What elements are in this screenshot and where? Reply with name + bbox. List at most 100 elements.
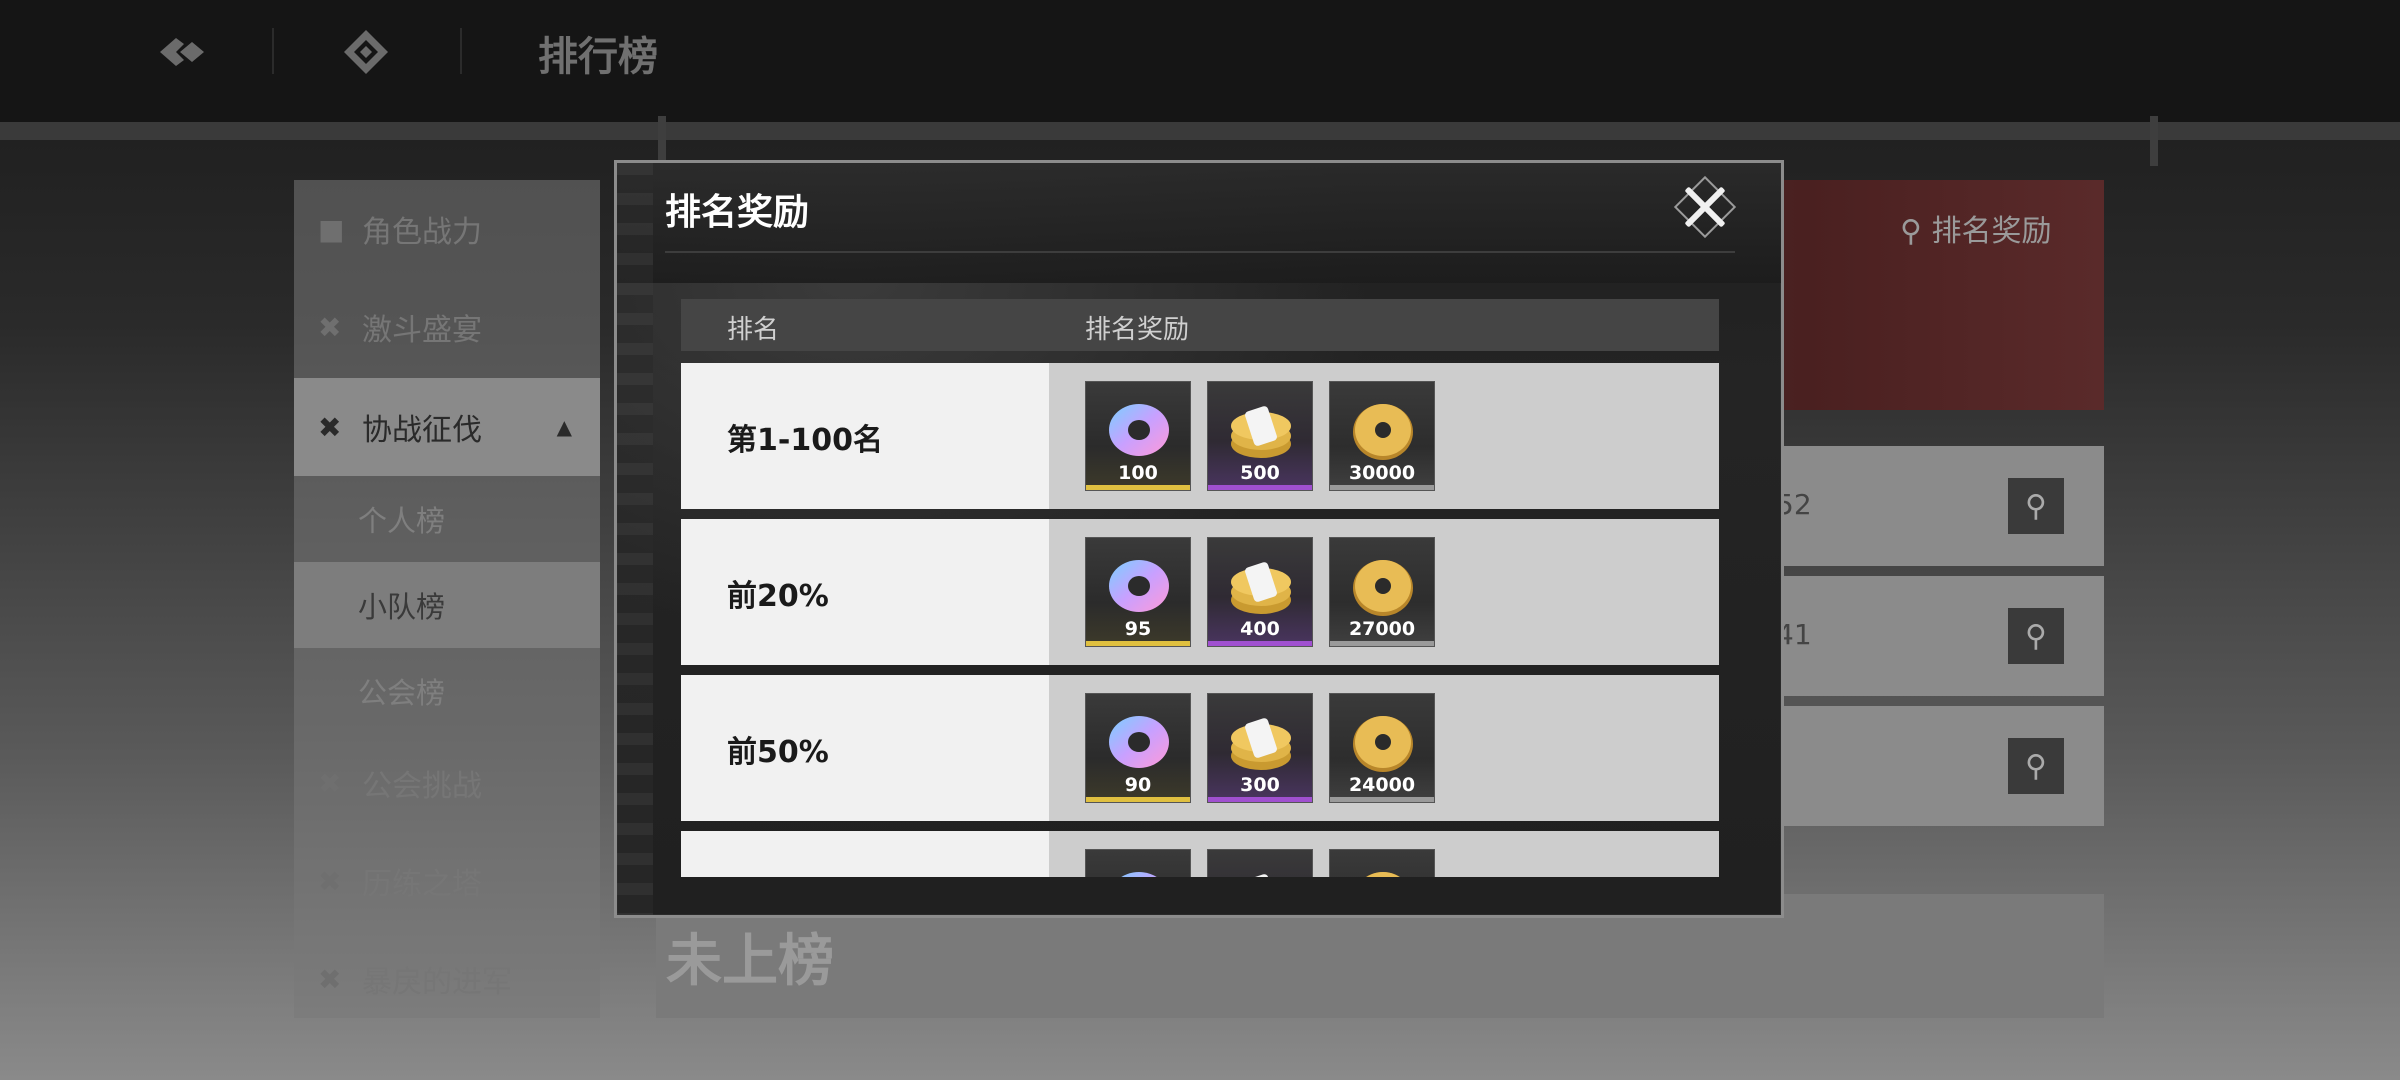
reward-quantity: 400 <box>1240 618 1280 640</box>
close-icon <box>1683 185 1727 229</box>
column-header-rewards: 排名奖励 <box>1085 315 1190 345</box>
person-icon: ■ <box>318 212 345 246</box>
rarity-bar <box>1086 485 1190 490</box>
reward-item[interactable] <box>1329 849 1435 877</box>
reward-list[interactable]: 第1-100名 100 500 30000 前20% 95 400 27000 前50% 90 30… <box>681 363 1719 877</box>
reward-quantity: 90 <box>1124 774 1152 796</box>
reward-item[interactable]: 95 <box>1085 537 1191 647</box>
sidebar-item-label: 历练之塔 <box>362 867 482 902</box>
modal-edge-texture <box>617 163 653 915</box>
column-header-rank: 排名 <box>727 315 780 345</box>
search-button[interactable]: ⚲ <box>2008 738 2064 794</box>
rank-reward-link-label: 排名奖励 <box>1931 214 2052 249</box>
sidebar-item-trial-tower[interactable]: ✖ 历练之塔 <box>294 832 600 930</box>
sub-item-label: 个人榜 <box>358 504 446 538</box>
crossed-swords-icon: ✖ <box>318 962 342 996</box>
sidebar-item-combat-power[interactable]: ■ 角色战力 <box>294 180 600 278</box>
table-row: 前20% 95 400 27000 <box>681 519 1719 665</box>
sub-item-label: 小队榜 <box>358 590 446 624</box>
sidebar-item-label: 暴戾的进军 <box>362 965 512 1000</box>
reward-quantity: 30000 <box>1348 462 1416 484</box>
sidebar-item-label: 协战征伐 <box>362 413 482 448</box>
search-icon: ⚲ <box>2025 618 2047 654</box>
sidebar-item-guild-challenge[interactable]: ✖ 公会挑战 <box>294 734 600 832</box>
sidebar-item-battle-feast[interactable]: ✖ 激斗盛宴 <box>294 278 600 376</box>
close-button[interactable] <box>1673 175 1737 239</box>
reward-item[interactable]: 24000 <box>1329 693 1435 803</box>
sidebar-item-label: 公会挑战 <box>362 769 482 804</box>
crossed-swords-icon: ✖ <box>318 310 342 344</box>
sidebar-item-label: 角色战力 <box>362 215 482 250</box>
top-bar: 排行榜 <box>0 0 2400 166</box>
rarity-bar <box>1086 641 1190 646</box>
rarity-bar <box>1208 797 1312 802</box>
page-title: 排行榜 <box>538 33 658 80</box>
home-icon[interactable] <box>338 24 394 80</box>
search-icon: ⚲ <box>2025 488 2047 524</box>
rarity-bar <box>1330 797 1434 802</box>
caret-up-icon: ▲ <box>556 415 572 439</box>
modal-title: 排名奖励 <box>665 191 810 233</box>
reward-item[interactable]: 27000 <box>1329 537 1435 647</box>
reward-item[interactable]: 100 <box>1085 381 1191 491</box>
rank-label: 第1-100名 <box>727 423 883 458</box>
rewards-cell: 100 500 30000 <box>1049 363 1719 509</box>
rarity-bar <box>1208 485 1312 490</box>
back-icon[interactable] <box>154 24 210 80</box>
unranked-label: 未上榜 <box>666 928 834 994</box>
crossed-swords-icon: ✖ <box>318 410 342 444</box>
crossed-swords-icon: ✖ <box>318 766 342 800</box>
reward-item[interactable] <box>1207 849 1313 877</box>
sidebar-item-violent-march[interactable]: ✖ 暴戾的进军 <box>294 930 600 1028</box>
rewards-cell <box>1049 831 1719 877</box>
reward-quantity: 300 <box>1240 774 1280 796</box>
rarity-bar <box>1086 797 1190 802</box>
reward-item[interactable]: 300 <box>1207 693 1313 803</box>
reward-item[interactable]: 30000 <box>1329 381 1435 491</box>
rank-label: 前20% <box>727 579 829 614</box>
reward-quantity: 27000 <box>1348 618 1416 640</box>
reward-quantity: 500 <box>1240 462 1280 484</box>
sub-item-guild[interactable]: 公会榜 <box>294 648 600 734</box>
reward-item[interactable]: 400 <box>1207 537 1313 647</box>
rank-label: 前50% <box>727 735 829 770</box>
table-row: 第1-100名 100 500 30000 <box>681 363 1719 509</box>
sidebar: ■ 角色战力 ✖ 激斗盛宴 ✖ 协战征伐 ▲ 个人榜 小队榜 公会榜 ✖ 公会挑… <box>294 180 600 1018</box>
rarity-bar <box>1208 641 1312 646</box>
rewards-cell: 90 300 24000 <box>1049 675 1719 821</box>
sidebar-item-label: 激斗盛宴 <box>362 313 482 348</box>
rank-cell: 第1-100名 <box>681 363 1049 509</box>
rank-reward-link[interactable]: ⚲ 排名奖励 <box>1900 206 2052 250</box>
top-rail <box>0 122 2400 140</box>
sub-item-personal[interactable]: 个人榜 <box>294 476 600 562</box>
rank-cell: 前20% <box>681 519 1049 665</box>
reward-quantity: 100 <box>1118 462 1158 484</box>
crossed-swords-icon: ✖ <box>318 864 342 898</box>
reward-item[interactable]: 90 <box>1085 693 1191 803</box>
table-row <box>681 831 1719 877</box>
search-icon: ⚲ <box>2025 748 2047 784</box>
sub-item-squad[interactable]: 小队榜 <box>294 562 600 648</box>
search-icon: ⚲ <box>1900 214 1922 249</box>
reward-item[interactable] <box>1085 849 1191 877</box>
divider <box>272 28 274 74</box>
divider <box>665 251 1735 253</box>
rarity-bar <box>1330 641 1434 646</box>
table-row: 前50% 90 300 24000 <box>681 675 1719 821</box>
sub-item-label: 公会榜 <box>358 676 446 710</box>
sidebar-item-co-op-campaign[interactable]: ✖ 协战征伐 ▲ <box>294 378 600 476</box>
table-header: 排名 排名奖励 <box>681 299 1719 351</box>
rewards-cell: 95 400 27000 <box>1049 519 1719 665</box>
rarity-bar <box>1330 485 1434 490</box>
rank-cell <box>681 831 1049 877</box>
divider <box>460 28 462 74</box>
reward-item[interactable]: 500 <box>1207 381 1313 491</box>
rail-tick <box>658 116 666 166</box>
rank-reward-modal: 排名奖励 排名 排名奖励 第1-100名 100 500 30000 前20% 95 400… <box>614 160 1784 918</box>
rank-cell: 前50% <box>681 675 1049 821</box>
search-button[interactable]: ⚲ <box>2008 608 2064 664</box>
reward-quantity: 95 <box>1124 618 1152 640</box>
reward-quantity: 24000 <box>1348 774 1416 796</box>
rail-tick <box>2150 116 2158 166</box>
search-button[interactable]: ⚲ <box>2008 478 2064 534</box>
